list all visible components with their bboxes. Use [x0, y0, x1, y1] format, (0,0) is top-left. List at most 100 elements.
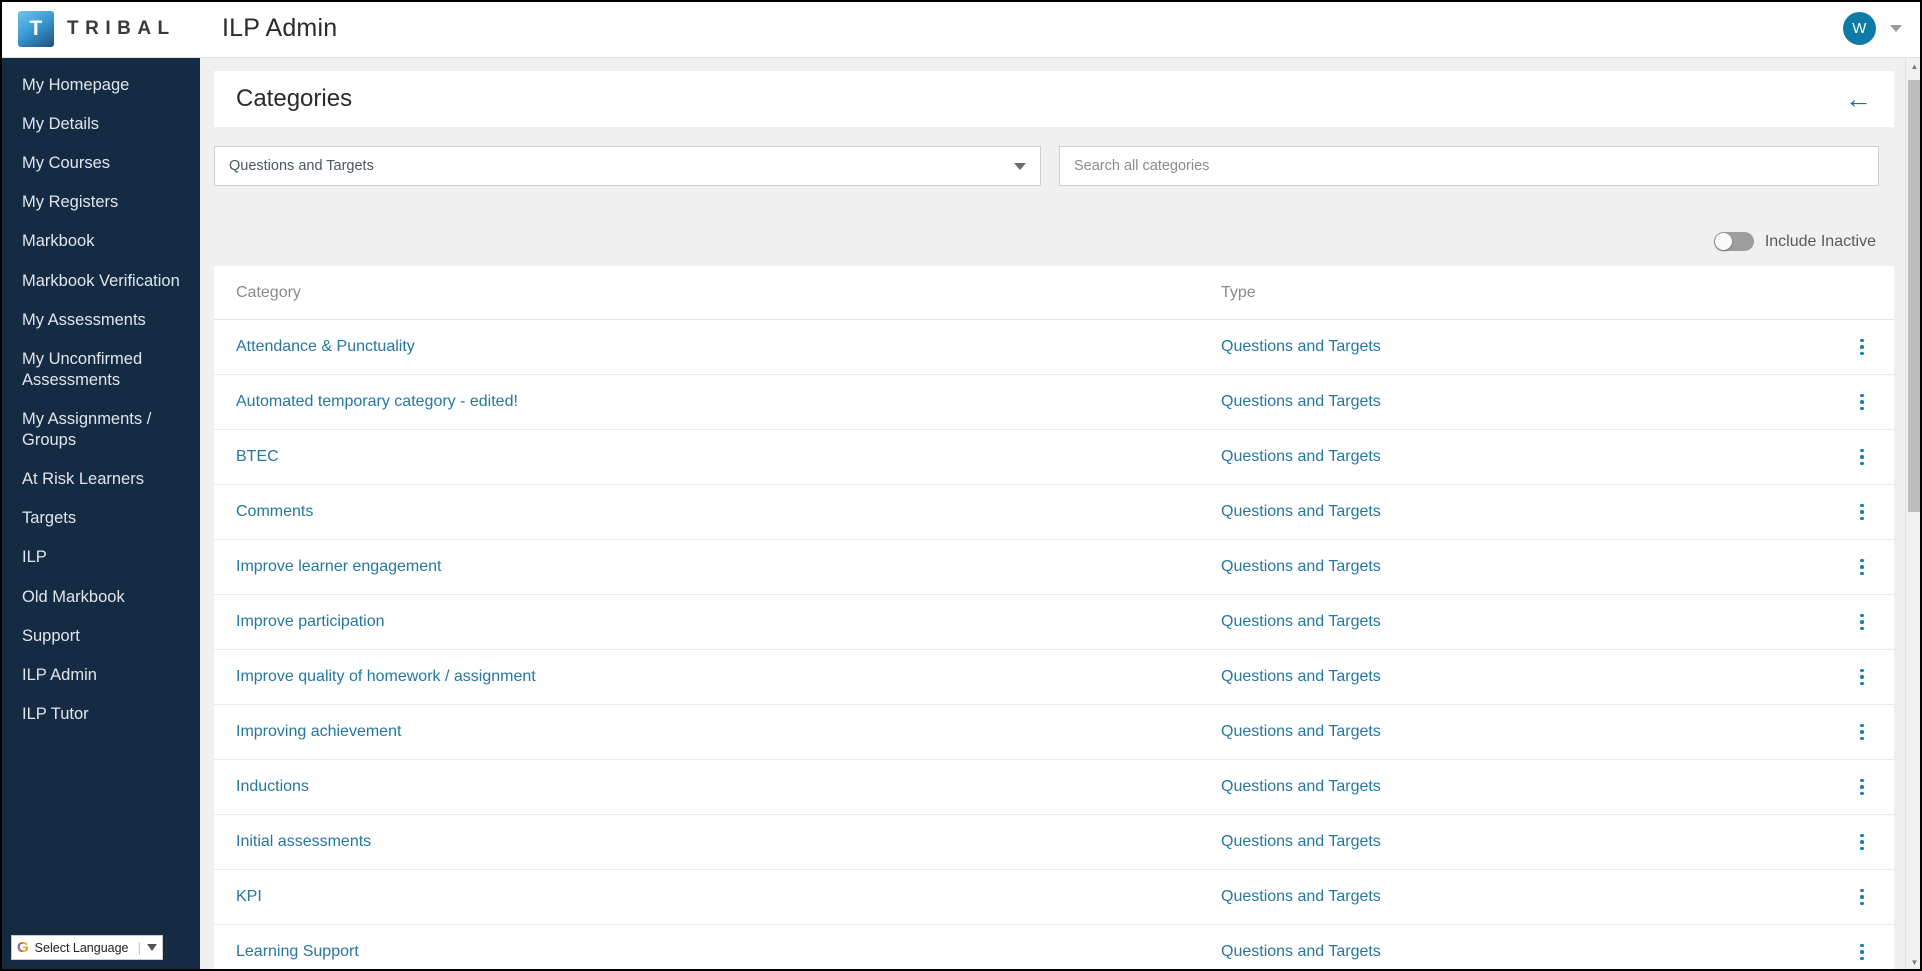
filter-bar: Questions and Targets — [214, 146, 1894, 186]
sidebar-item-ilp-admin[interactable]: ILP Admin — [0, 656, 200, 695]
category-link[interactable]: Attendance & Punctuality — [236, 338, 1221, 356]
row-menu-button[interactable] — [1830, 393, 1894, 411]
search-input[interactable] — [1059, 146, 1879, 186]
topbar-right-group: W — [1843, 12, 1922, 45]
kebab-menu-icon — [1860, 338, 1864, 356]
sidebar-item-old-markbook[interactable]: Old Markbook — [0, 578, 200, 617]
kebab-menu-icon — [1860, 723, 1864, 741]
table-row[interactable]: Initial assessments Questions and Target… — [214, 815, 1894, 870]
category-link[interactable]: Inductions — [236, 778, 1221, 796]
table-header-row: Category Type — [214, 266, 1894, 320]
sidebar-item-my-registers[interactable]: My Registers — [0, 183, 200, 222]
category-link[interactable]: Improve learner engagement — [236, 558, 1221, 576]
kebab-menu-icon — [1860, 668, 1864, 686]
table-row[interactable]: Comments Questions and Targets — [214, 485, 1894, 540]
type-link[interactable]: Questions and Targets — [1221, 503, 1830, 521]
tribal-logo-icon: T — [18, 10, 54, 47]
top-bar: T TRIBAL ILP Admin W — [0, 0, 1922, 58]
table-row[interactable]: Improve participation Questions and Targ… — [214, 595, 1894, 650]
type-link[interactable]: Questions and Targets — [1221, 558, 1830, 576]
sidebar-item-at-risk-learners[interactable]: At Risk Learners — [0, 460, 200, 499]
sidebar: My Homepage My Details My Courses My Reg… — [0, 58, 200, 971]
main-content: Categories ← Questions and Targets Inclu… — [200, 58, 1922, 971]
table-row[interactable]: BTEC Questions and Targets — [214, 430, 1894, 485]
type-link[interactable]: Questions and Targets — [1221, 778, 1830, 796]
type-link[interactable]: Questions and Targets — [1221, 833, 1830, 851]
sidebar-item-my-assignments-groups[interactable]: My Assignments / Groups — [0, 400, 200, 460]
type-filter-select[interactable]: Questions and Targets — [214, 146, 1041, 186]
table-row[interactable]: Attendance & Punctuality Questions and T… — [214, 320, 1894, 375]
row-menu-button[interactable] — [1830, 338, 1894, 356]
chevron-down-icon[interactable] — [1890, 25, 1902, 32]
type-link[interactable]: Questions and Targets — [1221, 338, 1830, 356]
row-menu-button[interactable] — [1830, 943, 1894, 961]
category-link[interactable]: Initial assessments — [236, 833, 1221, 851]
include-inactive-row: Include Inactive — [1713, 232, 1876, 251]
table-row[interactable]: Automated temporary category - edited! Q… — [214, 375, 1894, 430]
sidebar-item-my-homepage[interactable]: My Homepage — [0, 66, 200, 105]
column-header-category: Category — [236, 283, 301, 301]
scroll-down-arrow-icon[interactable]: ▼ — [1906, 954, 1922, 971]
type-link[interactable]: Questions and Targets — [1221, 723, 1830, 741]
category-link[interactable]: Improve participation — [236, 613, 1221, 631]
sidebar-item-ilp-tutor[interactable]: ILP Tutor — [0, 695, 200, 734]
back-arrow-icon[interactable]: ← — [1845, 85, 1872, 113]
kebab-menu-icon — [1860, 943, 1864, 961]
row-menu-button[interactable] — [1830, 448, 1894, 466]
type-link[interactable]: Questions and Targets — [1221, 943, 1830, 961]
kebab-menu-icon — [1860, 833, 1864, 851]
row-menu-button[interactable] — [1830, 668, 1894, 686]
sidebar-item-my-details[interactable]: My Details — [0, 105, 200, 144]
row-menu-button[interactable] — [1830, 778, 1894, 796]
table-row[interactable]: Improving achievement Questions and Targ… — [214, 705, 1894, 760]
kebab-menu-icon — [1860, 613, 1864, 631]
scroll-up-arrow-icon[interactable]: ▲ — [1906, 58, 1922, 75]
sidebar-item-my-courses[interactable]: My Courses — [0, 144, 200, 183]
brand-logo[interactable]: T TRIBAL — [0, 0, 198, 58]
table-row[interactable]: Improve quality of homework / assignment… — [214, 650, 1894, 705]
category-link[interactable]: KPI — [236, 888, 1221, 906]
type-link[interactable]: Questions and Targets — [1221, 888, 1830, 906]
include-inactive-toggle[interactable] — [1713, 232, 1754, 251]
avatar[interactable]: W — [1843, 12, 1876, 45]
application-window: T TRIBAL ILP Admin W My Homepage My Deta… — [0, 0, 1922, 971]
category-link[interactable]: Improving achievement — [236, 723, 1221, 741]
vertical-scrollbar[interactable]: ▲ ▼ — [1905, 58, 1922, 971]
sidebar-item-my-unconfirmed-assessments[interactable]: My Unconfirmed Assessments — [0, 340, 200, 400]
category-link[interactable]: Automated temporary category - edited! — [236, 393, 1221, 411]
column-header-type: Type — [1221, 283, 1256, 301]
type-link[interactable]: Questions and Targets — [1221, 393, 1830, 411]
sidebar-item-ilp[interactable]: ILP — [0, 538, 200, 577]
type-link[interactable]: Questions and Targets — [1221, 613, 1830, 631]
row-menu-button[interactable] — [1830, 888, 1894, 906]
table-row[interactable]: Learning Support Questions and Targets — [214, 925, 1894, 971]
scrollbar-thumb[interactable] — [1908, 80, 1921, 512]
include-inactive-label: Include Inactive — [1764, 232, 1876, 250]
sidebar-item-my-assessments[interactable]: My Assessments — [0, 301, 200, 340]
page-title: Categories — [236, 85, 353, 112]
type-link[interactable]: Questions and Targets — [1221, 668, 1830, 686]
google-translate-widget[interactable]: G Select Language | — [11, 935, 163, 960]
sidebar-item-markbook[interactable]: Markbook — [0, 222, 200, 261]
table-row[interactable]: KPI Questions and Targets — [214, 870, 1894, 925]
sidebar-item-support[interactable]: Support — [0, 617, 200, 656]
kebab-menu-icon — [1860, 503, 1864, 521]
row-menu-button[interactable] — [1830, 833, 1894, 851]
kebab-menu-icon — [1860, 778, 1864, 796]
row-menu-button[interactable] — [1830, 613, 1894, 631]
chevron-down-icon[interactable] — [147, 944, 157, 951]
row-menu-button[interactable] — [1830, 558, 1894, 576]
row-menu-button[interactable] — [1830, 723, 1894, 741]
type-filter-value: Questions and Targets — [229, 158, 374, 174]
sidebar-item-markbook-verification[interactable]: Markbook Verification — [0, 262, 200, 301]
type-link[interactable]: Questions and Targets — [1221, 448, 1830, 466]
kebab-menu-icon — [1860, 448, 1864, 466]
table-row[interactable]: Inductions Questions and Targets — [214, 760, 1894, 815]
table-row[interactable]: Improve learner engagement Questions and… — [214, 540, 1894, 595]
row-menu-button[interactable] — [1830, 503, 1894, 521]
category-link[interactable]: Improve quality of homework / assignment — [236, 668, 1221, 686]
sidebar-item-targets[interactable]: Targets — [0, 499, 200, 538]
category-link[interactable]: Learning Support — [236, 943, 1221, 961]
category-link[interactable]: BTEC — [236, 448, 1221, 466]
category-link[interactable]: Comments — [236, 503, 1221, 521]
